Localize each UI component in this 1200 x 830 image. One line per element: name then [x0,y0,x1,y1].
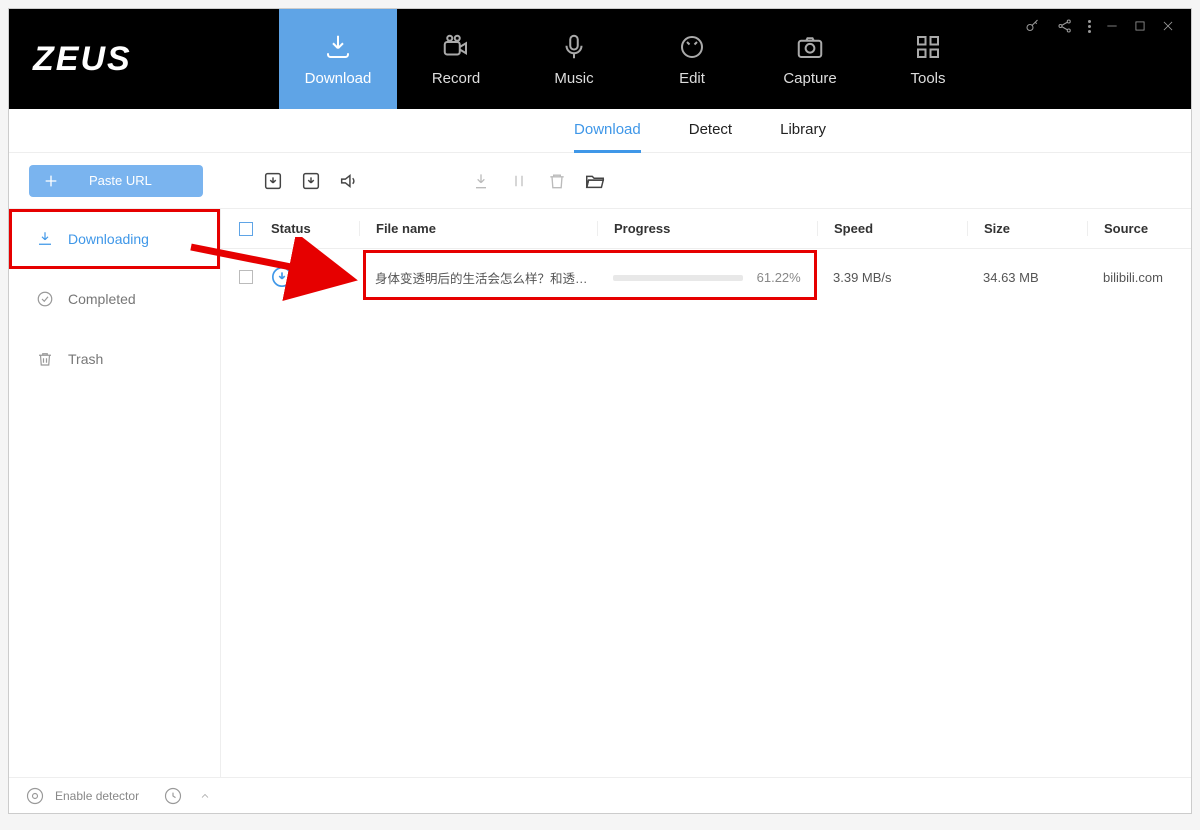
chevron-up-icon[interactable] [199,790,211,802]
paste-url-label: Paste URL [89,173,152,188]
app-logo: ZEUS [9,9,279,109]
record-icon [441,32,471,62]
nav-capture[interactable]: Capture [751,9,869,109]
downloading-icon [36,230,54,248]
subtab-detect[interactable]: Detect [689,109,732,153]
main-nav: Download Record Music Edit Capture Tools [279,9,987,109]
window-controls [1024,17,1175,35]
trash-sidebar-icon [36,350,54,368]
downloading-status-icon [271,266,293,288]
sidebar-item-label: Downloading [68,231,149,247]
batch-download-1-icon[interactable] [261,169,285,193]
paste-url-button[interactable]: Paste URL [29,165,203,197]
close-icon[interactable] [1161,19,1175,33]
nav-label: Tools [910,70,945,87]
nav-edit[interactable]: Edit [633,9,751,109]
edit-icon [677,32,707,62]
batch-download-2-icon[interactable] [299,169,323,193]
nav-record[interactable]: Record [397,9,515,109]
nav-label: Edit [679,70,705,87]
menu-icon[interactable] [1088,19,1091,34]
source-cell: bilibili.com [1087,270,1191,285]
sidebar-item-completed[interactable]: Completed [9,269,220,329]
col-progress[interactable]: Progress [597,221,817,236]
row-checkbox[interactable] [239,270,253,284]
download-action-icon[interactable] [469,169,493,193]
detector-icon[interactable] [25,786,45,806]
subtab-library[interactable]: Library [780,109,826,153]
minimize-icon[interactable] [1105,19,1119,33]
share-icon[interactable] [1056,17,1074,35]
speed-cell: 3.39 MB/s [817,270,967,285]
nav-tools[interactable]: Tools [869,9,987,109]
plus-icon [43,173,59,189]
download-icon [323,32,353,62]
sidebar-item-label: Trash [68,351,103,367]
tools-icon [913,32,943,62]
clock-icon[interactable] [163,786,183,806]
progress-cell: 61.22% [597,270,817,285]
key-icon[interactable] [1024,17,1042,35]
nav-label: Download [305,70,372,87]
select-all-checkbox[interactable] [239,222,253,236]
footer: Enable detector [9,777,1191,813]
col-file[interactable]: File name [359,221,597,236]
sidebar-item-label: Completed [68,291,136,307]
nav-label: Capture [783,70,836,87]
sidebar-item-trash[interactable]: Trash [9,329,220,389]
nav-music[interactable]: Music [515,9,633,109]
folder-open-icon[interactable] [583,169,607,193]
trash-icon[interactable] [545,169,569,193]
nav-label: Record [432,70,480,87]
table-row[interactable]: 身体变透明后的生活会怎么样？和透明... 61.22% 3.39 MB/s 34… [221,249,1191,305]
content-area: Status File name Progress Speed Size Sou… [221,209,1191,777]
volume-icon[interactable] [337,169,361,193]
sidebar: Downloading Completed Trash [9,209,221,777]
subtab-download[interactable]: Download [574,109,641,153]
progress-bar [613,275,743,281]
progress-percent: 61.22% [757,270,801,285]
app-window: ZEUS Download Record Music Edit Capture [8,8,1192,814]
pause-icon[interactable] [507,169,531,193]
table-header: Status File name Progress Speed Size Sou… [221,209,1191,249]
capture-icon [795,32,825,62]
titlebar: ZEUS Download Record Music Edit Capture [9,9,1191,109]
maximize-icon[interactable] [1133,19,1147,33]
music-icon [559,32,589,62]
completed-icon [36,290,54,308]
nav-label: Music [554,70,593,87]
subtabs: Download Detect Library [9,109,1191,153]
size-cell: 34.63 MB [967,270,1087,285]
nav-download[interactable]: Download [279,9,397,109]
col-size[interactable]: Size [967,221,1087,236]
toolbar: Paste URL [9,153,1191,209]
col-source[interactable]: Source [1087,221,1191,236]
col-speed[interactable]: Speed [817,221,967,236]
file-name: 身体变透明后的生活会怎么样？和透明... [359,268,597,287]
col-status[interactable]: Status [271,221,359,236]
enable-detector-label[interactable]: Enable detector [55,789,139,803]
sidebar-item-downloading[interactable]: Downloading [9,209,220,269]
main-body: Downloading Completed Trash Status File … [9,209,1191,777]
